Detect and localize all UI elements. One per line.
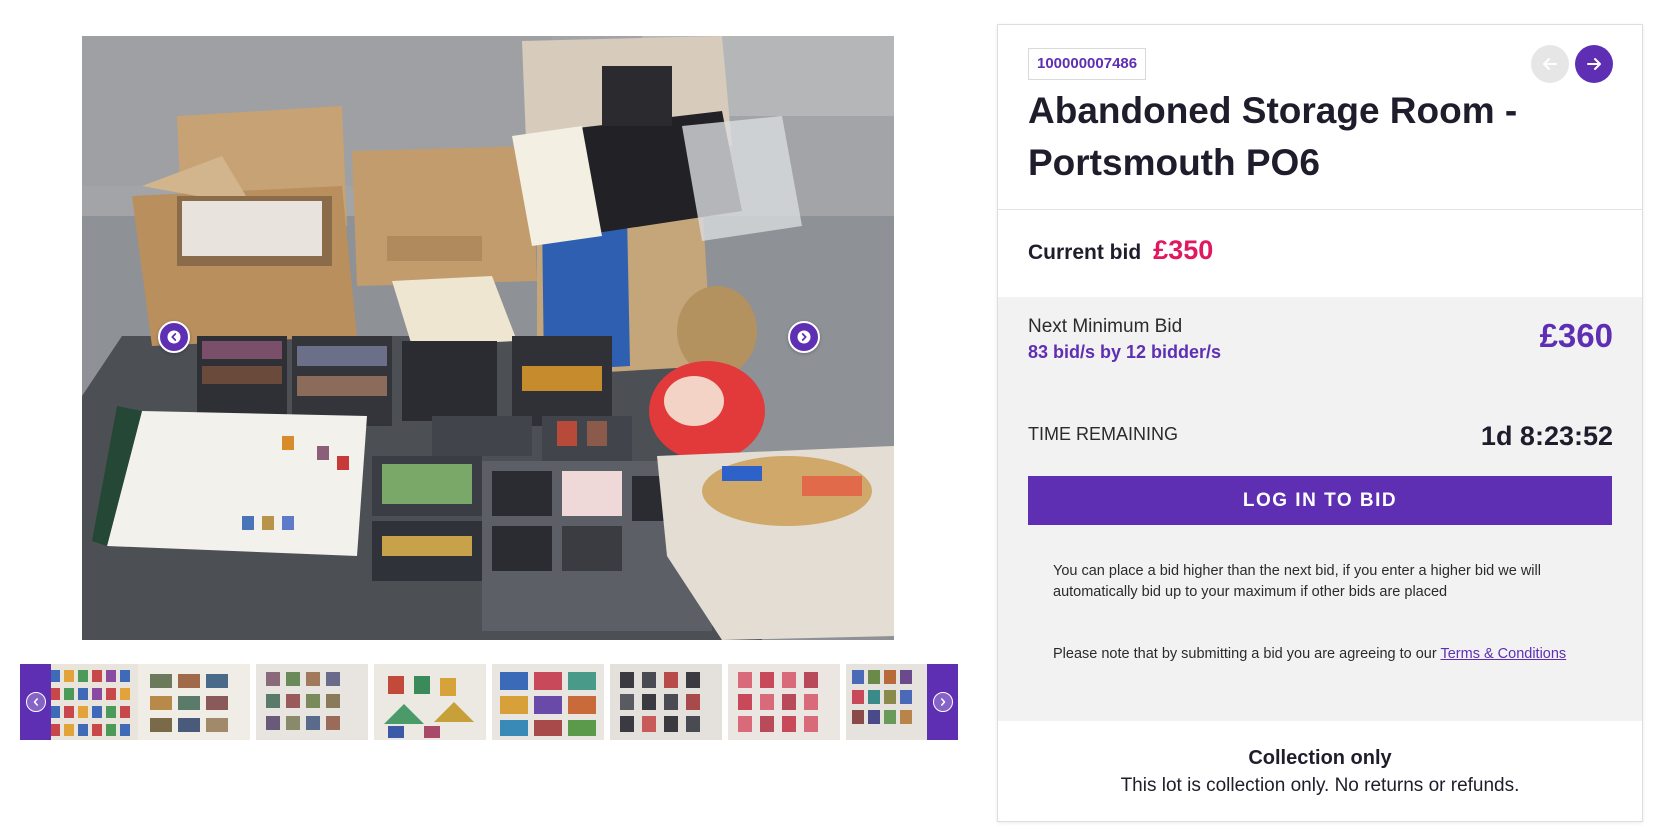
lot-title: Abandoned Storage Room - Portsmouth PO6	[1028, 90, 1518, 183]
thumbnail-7[interactable]	[728, 664, 840, 740]
current-bid-amount: £350	[1153, 235, 1214, 265]
bid-panel: 100000007486 Abandoned Storage Room - Po…	[997, 24, 1643, 822]
terms-notice-text: Please note that by submitting a bid you…	[1053, 646, 1441, 662]
time-remaining-label: TIME REMAINING	[1028, 424, 1179, 444]
log-in-to-bid-button[interactable]: LOG IN TO BID	[1028, 476, 1612, 525]
current-bid-label: Current bid	[1028, 241, 1142, 264]
collection-text: This lot is collection only. No returns …	[1120, 775, 1520, 796]
thumbnail-6[interactable]	[610, 664, 722, 740]
chevron-left-icon	[167, 330, 181, 344]
bid-count: 83 bid/s by 12 bidder/s	[1028, 342, 1222, 362]
lot-number-badge: 100000007486	[1028, 48, 1147, 80]
previous-lot-button[interactable]	[1531, 45, 1569, 83]
thumbnail-5[interactable]	[492, 664, 604, 740]
bid-info-text: You can place a bid higher than the next…	[1053, 563, 1541, 600]
bid-box: Next Minimum Bid 83 bid/s by 12 bidder/s…	[998, 297, 1642, 721]
time-remaining-value: 1d 8:23:52	[1480, 421, 1613, 451]
terms-notice: Please note that by submitting a bid you…	[1053, 644, 1613, 665]
next-minimum-bid-amount: £360	[1539, 317, 1613, 354]
header-divider	[998, 209, 1642, 210]
collection-title: Collection only	[1248, 747, 1392, 769]
chevron-right-icon	[932, 692, 953, 712]
terms-and-conditions-link[interactable]: Terms & Conditions	[1440, 646, 1566, 662]
main-lot-image[interactable]	[82, 36, 894, 640]
thumbnail-2[interactable]	[138, 664, 250, 740]
arrow-left-icon	[1543, 58, 1557, 70]
thumbnail-4[interactable]	[374, 664, 486, 740]
gallery-next-button[interactable]	[788, 321, 820, 353]
thumbnails-next-button[interactable]	[927, 664, 958, 740]
chevron-left-icon	[25, 692, 46, 712]
thumbnail-3[interactable]	[256, 664, 368, 740]
next-minimum-bid-label: Next Minimum Bid	[1028, 316, 1183, 337]
gallery-prev-button[interactable]	[158, 321, 190, 353]
current-bid: Current bid £350	[1028, 235, 1213, 266]
thumbnail-strip	[20, 664, 958, 740]
thumbnails-prev-button[interactable]	[20, 664, 51, 740]
next-lot-button[interactable]	[1575, 45, 1613, 83]
arrow-right-icon	[1587, 58, 1601, 70]
chevron-right-icon	[797, 330, 811, 344]
